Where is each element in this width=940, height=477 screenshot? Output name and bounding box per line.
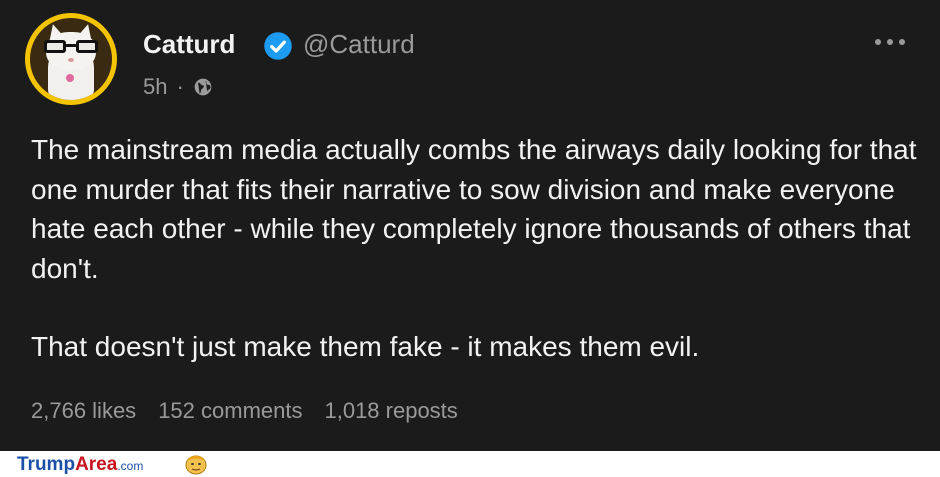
watermark-footer: TrumpArea.com <box>0 451 940 477</box>
trumparea-logo: TrumpArea.com <box>17 454 144 475</box>
reposts-count[interactable]: 1,018 reposts <box>324 396 457 426</box>
post-paragraph: The mainstream media actually combs the … <box>31 134 917 284</box>
post-card: Catturd @Catturd 5h · The mainstream med… <box>0 0 940 451</box>
post-paragraph: That doesn't just make them fake - it ma… <box>31 331 700 362</box>
post-stats: 2,766 likes 152 comments 1,018 reposts <box>31 396 480 426</box>
avatar[interactable] <box>25 13 117 105</box>
post-time[interactable]: 5h <box>143 73 167 101</box>
more-options-icon[interactable] <box>872 32 908 52</box>
likes-count[interactable]: 2,766 likes <box>31 396 136 426</box>
author-name[interactable]: Catturd <box>143 28 235 60</box>
post-meta: 5h · <box>143 73 213 101</box>
trump-face-logo-icon <box>185 455 207 475</box>
verified-badge-icon <box>264 32 292 60</box>
cat-with-glasses-avatar-image <box>30 18 112 100</box>
meta-separator: · <box>176 74 184 99</box>
post-body: The mainstream media actually combs the … <box>31 130 921 367</box>
author-handle[interactable]: @Catturd <box>303 28 415 60</box>
comments-count[interactable]: 152 comments <box>158 396 302 426</box>
globe-icon <box>194 78 212 96</box>
